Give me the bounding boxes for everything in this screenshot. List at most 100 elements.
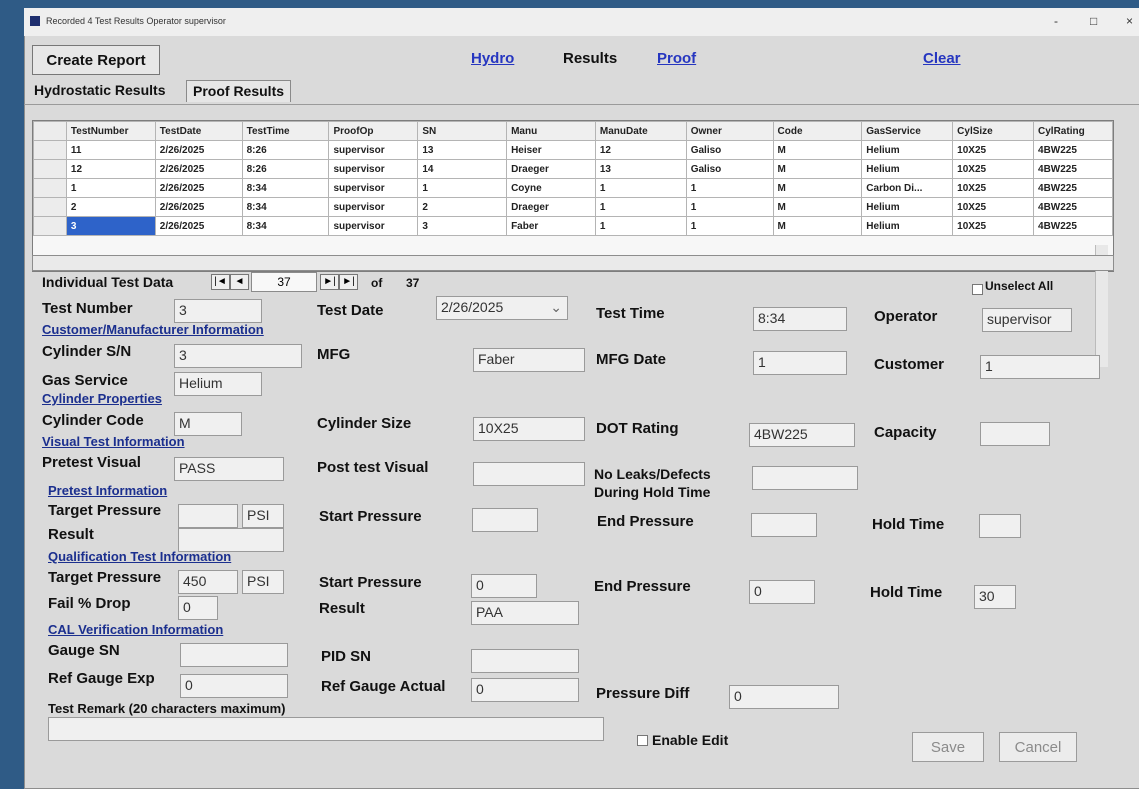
column-header[interactable]: Owner [685, 121, 774, 141]
create-report-button[interactable]: Create Report [32, 45, 160, 75]
table-cell[interactable]: 2 [65, 197, 156, 217]
row-selector[interactable] [33, 178, 67, 198]
table-cell[interactable]: 10X25 [952, 159, 1035, 179]
table-cell[interactable]: 1 [594, 216, 687, 236]
table-cell[interactable]: Coyne [506, 178, 596, 198]
cancel-button[interactable]: Cancel [999, 732, 1077, 762]
table-row[interactable]: 1 2/26/2025 8:34 supervisor 1 Coyne 1 1 … [33, 178, 1113, 198]
customer-field[interactable]: 1 [980, 355, 1100, 379]
grid-horizontal-scrollbar[interactable] [32, 255, 1114, 271]
table-cell[interactable]: 2/26/2025 [154, 197, 243, 217]
table-cell[interactable]: Draeger [506, 159, 596, 179]
test-remark-field[interactable] [48, 717, 604, 741]
table-cell[interactable]: supervisor [328, 197, 419, 217]
table-row[interactable]: 12 2/26/2025 8:26 supervisor 14 Draeger … [33, 159, 1113, 179]
row-selector[interactable] [33, 159, 67, 179]
table-cell[interactable]: 13 [417, 140, 508, 160]
pretest-visual-field[interactable]: PASS [174, 457, 284, 481]
column-header[interactable]: TestDate [154, 121, 243, 141]
table-cell[interactable]: Galiso [685, 159, 774, 179]
table-cell[interactable]: Helium [861, 140, 954, 160]
test-number-field[interactable]: 3 [174, 299, 262, 323]
table-cell[interactable]: 1 [594, 178, 687, 198]
table-cell[interactable]: M [772, 197, 863, 217]
table-cell[interactable]: 4BW225 [1033, 140, 1113, 160]
column-header[interactable]: ManuDate [594, 121, 687, 141]
column-header[interactable]: SN [417, 121, 508, 141]
table-cell[interactable]: M [772, 159, 863, 179]
qual-hold-time-field[interactable]: 30 [974, 585, 1016, 609]
no-leaks-field[interactable] [752, 466, 858, 490]
pretest-end-pressure-field[interactable] [751, 513, 817, 537]
table-cell[interactable]: 1 [417, 178, 508, 198]
table-cell[interactable]: 13 [594, 159, 687, 179]
close-button[interactable]: × [1126, 14, 1133, 28]
table-cell[interactable]: 10X25 [952, 140, 1035, 160]
table-cell[interactable]: 1 [594, 197, 687, 217]
table-row[interactable]: 3 2/26/2025 8:34 supervisor 3 Faber 1 1 … [33, 216, 1113, 236]
table-cell[interactable]: 3 [417, 216, 508, 236]
qual-start-pressure-field[interactable]: 0 [471, 574, 537, 598]
table-cell[interactable]: supervisor [328, 159, 419, 179]
table-cell[interactable]: Helium [861, 159, 954, 179]
cylinder-code-field[interactable]: M [174, 412, 242, 436]
table-row[interactable]: 11 2/26/2025 8:26 supervisor 13 Heiser 1… [33, 140, 1113, 160]
table-cell[interactable]: 4BW225 [1033, 197, 1113, 217]
mfg-date-field[interactable]: 1 [753, 351, 847, 375]
table-cell[interactable]: 4BW225 [1033, 159, 1113, 179]
table-cell[interactable]: 1 [65, 178, 156, 198]
tab-proof-results[interactable]: Proof Results [186, 80, 292, 102]
qual-units-field[interactable]: PSI [242, 570, 284, 594]
table-cell[interactable]: 12 [594, 140, 687, 160]
gauge-sn-field[interactable] [180, 643, 288, 667]
posttest-visual-field[interactable] [473, 462, 585, 486]
table-cell[interactable]: supervisor [328, 178, 419, 198]
table-cell[interactable]: M [772, 140, 863, 160]
column-header[interactable]: GasService [861, 121, 954, 141]
last-record-button[interactable]: ►| [339, 274, 358, 290]
tab-hydrostatic-results[interactable]: Hydrostatic Results [28, 80, 171, 102]
pretest-hold-time-field[interactable] [979, 514, 1021, 538]
minimize-button[interactable]: - [1054, 14, 1058, 28]
table-cell[interactable]: 14 [417, 159, 508, 179]
table-cell[interactable]: 10X25 [952, 216, 1035, 236]
qual-target-pressure-field[interactable]: 450 [178, 570, 238, 594]
dot-rating-field[interactable]: 4BW225 [749, 423, 855, 447]
gas-service-field[interactable]: Helium [174, 372, 262, 396]
table-cell[interactable]: 10X25 [952, 197, 1035, 217]
proof-link[interactable]: Proof [657, 50, 696, 67]
mfg-field[interactable]: Faber [473, 348, 585, 372]
previous-record-button[interactable]: ◄ [230, 274, 249, 290]
table-cell[interactable]: 1 [685, 178, 774, 198]
table-cell[interactable]: 2/26/2025 [154, 159, 243, 179]
clear-link[interactable]: Clear [923, 50, 961, 67]
table-cell[interactable]: 8:34 [241, 197, 330, 217]
table-cell[interactable]: 2/26/2025 [154, 216, 243, 236]
table-cell[interactable]: 1 [685, 197, 774, 217]
pretest-units-field[interactable]: PSI [242, 504, 284, 528]
operator-field[interactable]: supervisor [982, 308, 1072, 332]
ref-gauge-exp-field[interactable]: 0 [180, 674, 288, 698]
column-header[interactable]: CylSize [952, 121, 1035, 141]
enable-edit-checkbox[interactable] [637, 735, 648, 746]
table-cell[interactable]: Carbon Di... [861, 178, 954, 198]
unselect-all-checkbox[interactable] [972, 284, 983, 295]
hydro-link[interactable]: Hydro [471, 50, 514, 67]
table-cell[interactable]: supervisor [328, 140, 419, 160]
table-cell[interactable]: M [772, 216, 863, 236]
table-cell[interactable]: 2 [417, 197, 508, 217]
table-cell[interactable]: 4BW225 [1033, 216, 1113, 236]
column-header[interactable]: Manu [506, 121, 596, 141]
ref-gauge-actual-field[interactable]: 0 [471, 678, 579, 702]
column-header[interactable]: CylRating [1033, 121, 1113, 141]
table-cell-selected[interactable]: 3 [65, 216, 156, 236]
capacity-field[interactable] [980, 422, 1050, 446]
qual-result-field[interactable]: PAA [471, 601, 579, 625]
column-header[interactable]: TestNumber [65, 121, 156, 141]
table-cell[interactable]: Draeger [506, 197, 596, 217]
qual-end-pressure-field[interactable]: 0 [749, 580, 815, 604]
fail-drop-field[interactable]: 0 [178, 596, 218, 620]
table-cell[interactable]: supervisor [328, 216, 419, 236]
column-header[interactable]: Code [772, 121, 863, 141]
pretest-target-pressure-field[interactable] [178, 504, 238, 528]
